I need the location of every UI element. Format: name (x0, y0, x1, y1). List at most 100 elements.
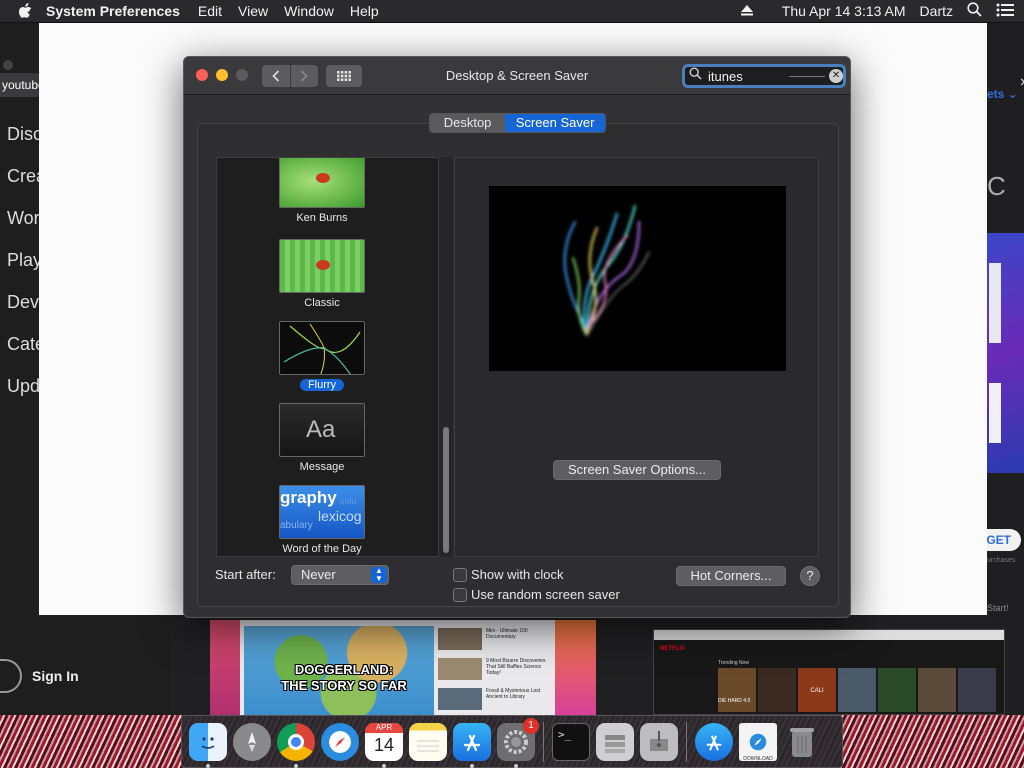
calendar-day: 14 (373, 734, 395, 755)
saver-classic[interactable]: Classic (279, 239, 365, 309)
window-control-dot[interactable] (3, 60, 13, 70)
saver-list-scrollbar[interactable] (438, 157, 453, 557)
screen-saver-preview (489, 186, 786, 371)
start-after-label: Start after: (215, 567, 276, 582)
dock: APR 14 1 >_ DOWNLOAD (181, 715, 843, 768)
see-all-label: ets (987, 87, 1005, 101)
tab-desktop[interactable]: Desktop (430, 114, 506, 132)
preview-pane: Screen Saver Options... (454, 157, 819, 557)
launchpad-icon[interactable] (233, 722, 271, 761)
app-store-icon[interactable] (453, 722, 491, 768)
trending-label: Trending Now (718, 660, 749, 666)
search-field[interactable]: itunes ✕ (682, 64, 846, 88)
safari-icon[interactable] (321, 722, 359, 761)
menu-edit[interactable]: Edit (190, 3, 230, 19)
flurry-preview-graphic (563, 204, 650, 337)
show-with-clock-label[interactable]: Show with clock (471, 567, 563, 582)
search-input[interactable]: itunes (708, 69, 789, 84)
chrome-icon[interactable] (277, 722, 315, 768)
saver-label-selected: Flurry (299, 379, 345, 391)
menu-app-name[interactable]: System Preferences (34, 3, 190, 19)
notification-badge: 1 (523, 717, 539, 734)
grid-icon (337, 71, 351, 81)
utility-app-icon[interactable] (596, 722, 634, 761)
terminal-icon[interactable]: >_ (552, 722, 590, 761)
system-preferences-icon[interactable]: 1 (497, 717, 539, 768)
help-button[interactable]: ? (800, 566, 820, 586)
netflix-window-thumbnail[interactable]: NETFLIX Trending Now DIE HARD 4.0 CALI (653, 629, 1005, 715)
saver-flurry[interactable]: Flurry (279, 321, 365, 393)
loading-icon: C (987, 171, 1006, 201)
spotlight-search-icon[interactable] (967, 2, 982, 20)
menu-help[interactable]: Help (342, 3, 387, 19)
nav-item-categories[interactable]: Categories (7, 334, 39, 376)
random-screen-saver-checkbox[interactable] (453, 588, 467, 602)
tab-screen-saver[interactable]: Screen Saver (505, 114, 605, 132)
apple-menu-icon[interactable] (0, 3, 34, 19)
chevron-left-icon (272, 70, 279, 82)
zoom-button[interactable] (236, 69, 248, 81)
menu-window[interactable]: Window (276, 3, 342, 19)
show-all-button[interactable] (326, 65, 362, 87)
list-item: Fossil & Mysterious Lost Ancient to Libr… (438, 688, 548, 710)
saver-ken-burns[interactable]: Ken Burns (279, 158, 365, 224)
back-button[interactable] (262, 65, 290, 87)
map-title-line2: THE STORY SO FAR (281, 678, 407, 693)
window-titlebar[interactable]: Desktop & Screen Saver itunes ✕ (184, 57, 850, 95)
show-with-clock-checkbox[interactable] (453, 568, 467, 582)
downloads-folder-icon[interactable]: DOWNLOAD (739, 722, 777, 762)
clear-search-icon[interactable]: ✕ (829, 69, 843, 83)
nav-item-play[interactable]: Play (7, 250, 39, 292)
tab-control: Desktop Screen Saver (429, 113, 606, 133)
sign-in-button[interactable]: Sign In (0, 659, 79, 693)
menu-user[interactable]: Dartz (920, 3, 953, 19)
classic-thumbnail (279, 239, 365, 293)
notes-icon[interactable] (409, 722, 447, 761)
scrollbar-thumb[interactable] (443, 427, 449, 553)
get-button[interactable]: GET (987, 529, 1021, 551)
movie-tiles: DIE HARD 4.0 CALI (718, 668, 996, 712)
see-all-link[interactable]: ets ⌄ (987, 87, 1018, 101)
list-item: 9 Most Bizarre Discoveries That Still Ba… (438, 658, 548, 680)
nav-item-work[interactable]: Work (7, 208, 39, 250)
saver-label: Classic (304, 297, 340, 309)
nav-item-discover[interactable]: Discover (7, 124, 39, 166)
nav-item-develop[interactable]: Develop (7, 292, 39, 334)
start-after-select[interactable]: Never ▲ ▼ (291, 565, 389, 585)
saver-label: Ken Burns (296, 212, 348, 224)
start-label: Start! (987, 603, 1009, 613)
sign-in-label: Sign In (32, 668, 79, 684)
notification-center-icon[interactable] (996, 3, 1014, 20)
flurry-thumbnail (279, 321, 365, 375)
saver-message[interactable]: Aa Message (279, 403, 365, 473)
eject-icon[interactable] (740, 3, 754, 19)
nav-item-updates[interactable]: Updates (7, 376, 39, 418)
menu-view[interactable]: View (230, 3, 276, 19)
nav-buttons (262, 65, 318, 87)
promo-banner[interactable] (987, 233, 1024, 473)
random-screen-saver-label[interactable]: Use random screen saver (471, 587, 620, 602)
menu-clock[interactable]: Thu Apr 14 3:13 AM (782, 3, 906, 19)
app-store-folder-icon[interactable] (695, 722, 733, 761)
screen-saver-list[interactable]: Ken Burns Classic Flurry Aa Message grap… (216, 157, 453, 557)
hot-corners-button[interactable]: Hot Corners... (676, 566, 786, 586)
window-thumbnails: DOGGERLAND: THE STORY SO FAR Mini - Ulti… (170, 615, 1005, 715)
calendar-month: APR (365, 722, 403, 733)
trash-icon[interactable] (783, 723, 821, 761)
calendar-icon[interactable]: APR 14 (365, 722, 403, 768)
search-icon (689, 67, 702, 85)
browser-tab[interactable]: youtube (0, 73, 40, 97)
disk-utility-icon[interactable] (640, 722, 678, 761)
in-app-purchases-label: urchases (987, 557, 1016, 564)
screen-saver-options-button[interactable]: Screen Saver Options... (553, 460, 721, 480)
saver-label: Word of the Day (282, 543, 362, 555)
saver-word-of-the-day[interactable]: graphy lexicog abulary volu Word of the … (279, 485, 365, 555)
finder-icon[interactable] (189, 722, 227, 768)
message-thumbnail: Aa (279, 403, 365, 457)
close-button[interactable] (196, 69, 208, 81)
avatar-icon (0, 659, 22, 693)
news-window-thumbnail[interactable]: DOGGERLAND: THE STORY SO FAR Mini - Ulti… (210, 620, 596, 715)
minimize-button[interactable] (216, 69, 228, 81)
forward-button[interactable] (289, 65, 319, 87)
nav-item-create[interactable]: Create (7, 166, 39, 208)
